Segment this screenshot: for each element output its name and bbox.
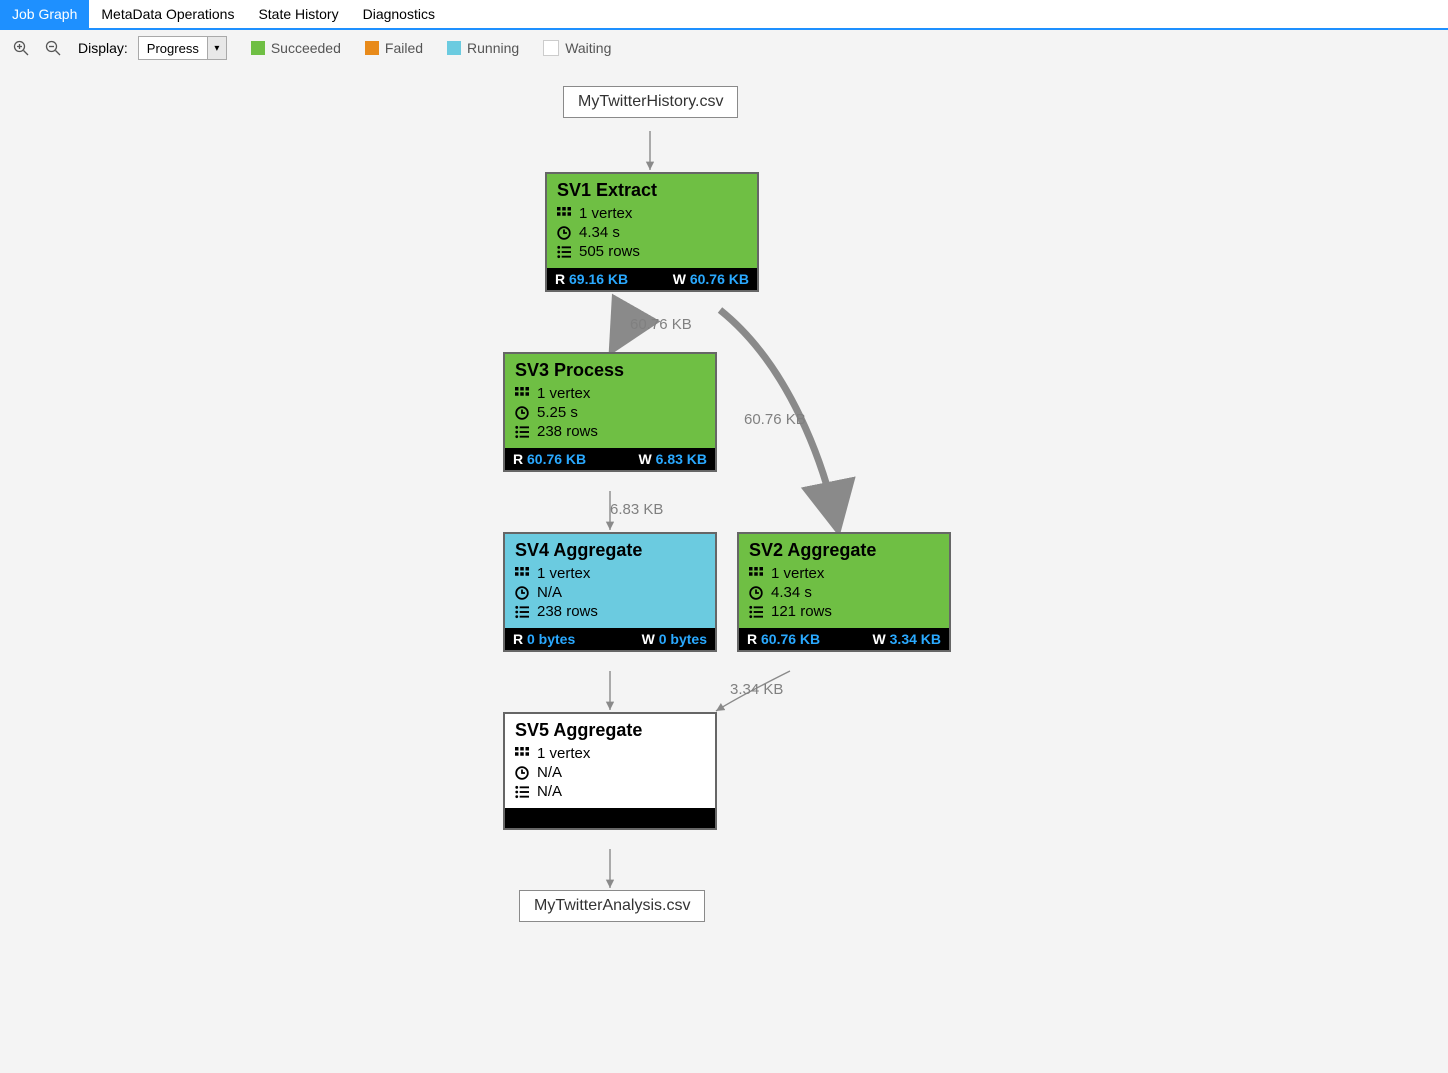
rows-icon [515,785,529,799]
swatch-waiting [543,40,559,56]
legend-running-label: Running [467,40,519,56]
output-file-node[interactable]: MyTwitterAnalysis.csv [519,890,705,922]
stage-sv2-aggregate[interactable]: SV2 Aggregate 1 vertex 4.34 s 121 rows 6… [737,532,951,652]
swatch-failed [365,41,379,55]
display-label: Display: [78,40,128,56]
zoom-in-button[interactable] [10,37,32,59]
stage-time: N/A [537,584,562,601]
stage-read: 0 bytes [513,631,575,647]
vertex-icon [515,567,529,581]
vertex-icon [557,207,571,221]
stage-time: 4.34 s [579,224,620,241]
edge-label-sv1-sv3: 60.76 KB [630,316,692,333]
rows-icon [515,425,529,439]
stage-vertex: 1 vertex [537,565,590,582]
legend-waiting: Waiting [543,40,611,56]
tab-diagnostics[interactable]: Diagnostics [351,0,447,28]
clock-icon [749,586,763,600]
tab-metadata-operations[interactable]: MetaData Operations [89,0,246,28]
stage-title: SV2 Aggregate [749,540,939,561]
stage-sv5-aggregate[interactable]: SV5 Aggregate 1 vertex N/A N/A [503,712,717,830]
stage-read: 60.76 KB [747,631,820,647]
zoom-out-icon [45,40,61,56]
input-file-node[interactable]: MyTwitterHistory.csv [563,86,738,118]
zoom-out-button[interactable] [42,37,64,59]
stage-rows: 238 rows [537,423,598,440]
edge-label-sv3-sv4: 6.83 KB [610,501,663,518]
stage-title: SV3 Process [515,360,705,381]
stage-sv3-process[interactable]: SV3 Process 1 vertex 5.25 s 238 rows 60.… [503,352,717,472]
display-select[interactable]: Progress ▾ [138,36,227,60]
graph-canvas[interactable]: 60.76 KB 60.76 KB 6.83 KB 3.34 KB MyTwit… [0,66,1448,1073]
vertex-icon [515,747,529,761]
swatch-succeeded [251,41,265,55]
stage-time: 5.25 s [537,404,578,421]
tabstrip: Job Graph MetaData Operations State Hist… [0,0,1448,30]
rows-icon [515,605,529,619]
stage-time: 4.34 s [771,584,812,601]
clock-icon [515,406,529,420]
stage-read: 69.16 KB [555,271,628,287]
stage-write: 6.83 KB [639,451,707,467]
edge-label-sv2-sv5: 3.34 KB [730,681,783,698]
tab-state-history[interactable]: State History [246,0,350,28]
stage-vertex: 1 vertex [579,205,632,222]
chevron-down-icon: ▾ [207,37,226,59]
stage-title: SV4 Aggregate [515,540,705,561]
stage-vertex: 1 vertex [537,385,590,402]
stage-rows: 121 rows [771,603,832,620]
vertex-icon [515,387,529,401]
legend-failed-label: Failed [385,40,423,56]
stage-rows: 505 rows [579,243,640,260]
stage-rows: 238 rows [537,603,598,620]
vertex-icon [749,567,763,581]
stage-vertex: 1 vertex [537,745,590,762]
legend-failed: Failed [365,40,423,56]
stage-time: N/A [537,764,562,781]
stage-write: 0 bytes [642,631,707,647]
stage-rows: N/A [537,783,562,800]
stage-read: 60.76 KB [513,451,586,467]
clock-icon [515,766,529,780]
tab-job-graph[interactable]: Job Graph [0,0,89,28]
stage-title: SV1 Extract [557,180,747,201]
zoom-in-icon [13,40,29,56]
stage-sv1-extract[interactable]: SV1 Extract 1 vertex 4.34 s 505 rows 69.… [545,172,759,292]
swatch-running [447,41,461,55]
rows-icon [749,605,763,619]
stage-write: 3.34 KB [873,631,941,647]
toolbar: Display: Progress ▾ Succeeded Failed Run… [0,30,1448,66]
stage-title: SV5 Aggregate [515,720,705,741]
legend-waiting-label: Waiting [565,40,611,56]
clock-icon [515,586,529,600]
stage-vertex: 1 vertex [771,565,824,582]
clock-icon [557,226,571,240]
legend-running: Running [447,40,519,56]
stage-sv4-aggregate[interactable]: SV4 Aggregate 1 vertex N/A 238 rows 0 by… [503,532,717,652]
stage-write: 60.76 KB [673,271,749,287]
rows-icon [557,245,571,259]
legend-succeeded: Succeeded [251,40,341,56]
edge-label-sv1-sv2: 60.76 KB [744,411,806,428]
display-select-value: Progress [139,41,207,56]
legend-succeeded-label: Succeeded [271,40,341,56]
